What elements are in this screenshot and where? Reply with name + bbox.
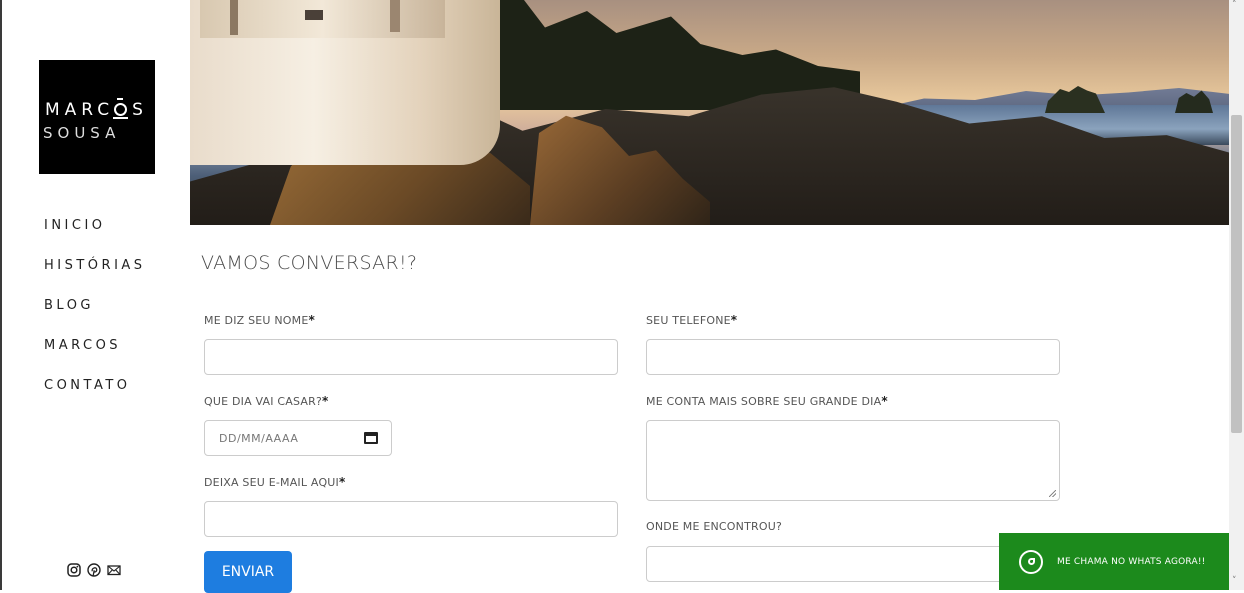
logo-line-1: MARC S <box>45 98 148 120</box>
email-label: DEIXA SEU E-MAIL AQUI* <box>204 475 346 489</box>
calendar-icon[interactable] <box>364 432 378 444</box>
details-label: ME CONTA MAIS SOBRE SEU GRANDE DIA* <box>646 394 888 408</box>
date-placeholder: DD/MM/AAAA <box>219 431 299 445</box>
submit-button[interactable]: ENVIAR <box>204 551 292 593</box>
scroll-up-arrow-icon[interactable]: ˄ <box>1232 0 1237 10</box>
resize-handle[interactable] <box>1049 490 1056 497</box>
main-nav: INICIO HISTÓRIAS BLOG MARCOS CONTATO <box>44 218 146 418</box>
whatsapp-label: ME CHAMA NO WHATS AGORA!! <box>1057 556 1206 567</box>
scroll-down-arrow-icon[interactable]: ˅ <box>1232 576 1237 586</box>
logo-line-2: SOUSA <box>43 124 121 142</box>
instagram-icon[interactable] <box>67 562 81 577</box>
mail-icon[interactable] <box>107 562 121 576</box>
name-label: ME DIZ SEU NOME* <box>204 313 315 327</box>
source-field[interactable] <box>646 546 1060 582</box>
vertical-scrollbar[interactable]: ˄ ˅ <box>1229 0 1244 590</box>
source-label: ONDE ME ENCONTROU? <box>646 520 782 533</box>
camera-o-icon <box>113 98 129 119</box>
whatsapp-button[interactable]: ME CHAMA NO WHATS AGORA!! <box>999 533 1234 590</box>
whatsapp-icon <box>1019 549 1043 574</box>
phone-label: SEU TELEFONE* <box>646 313 738 327</box>
nav-item-marcos[interactable]: MARCOS <box>44 338 146 378</box>
section-title: VAMOS CONVERSAR!? <box>201 252 418 274</box>
phone-field[interactable] <box>646 339 1060 375</box>
date-label: QUE DIA VAI CASAR?* <box>204 394 329 408</box>
social-links <box>67 562 121 577</box>
name-field[interactable] <box>204 339 618 375</box>
nav-item-contato[interactable]: CONTATO <box>44 378 146 418</box>
sidebar: MARC S SOUSA INICIO HISTÓRIAS BLOG MARCOS… <box>2 0 187 590</box>
wedding-date-field[interactable]: DD/MM/AAAA <box>204 420 392 456</box>
scrollbar-thumb[interactable] <box>1231 115 1242 433</box>
details-textarea[interactable] <box>646 420 1060 501</box>
email-field[interactable] <box>204 501 618 537</box>
nav-item-blog[interactable]: BLOG <box>44 298 146 338</box>
hero-image <box>190 0 1229 225</box>
nav-item-historias[interactable]: HISTÓRIAS <box>44 258 146 298</box>
brand-logo[interactable]: MARC S SOUSA <box>39 60 155 174</box>
nav-item-inicio[interactable]: INICIO <box>44 218 146 258</box>
pinterest-icon[interactable] <box>87 562 101 577</box>
